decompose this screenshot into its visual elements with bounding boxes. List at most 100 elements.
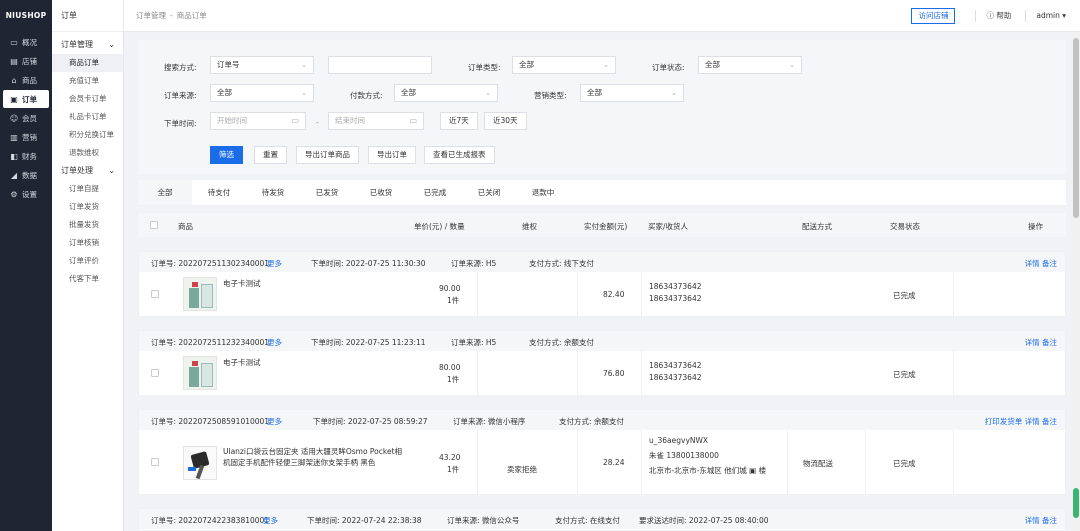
order-source: 订单来源: 微信小程序 xyxy=(453,417,526,426)
submenu-item[interactable]: 会员卡订单 xyxy=(52,90,123,108)
submenu-group-order-process[interactable]: 订单处理 ⌄ xyxy=(52,162,123,180)
end-time-input[interactable]: 结束时间 ▭ xyxy=(328,112,424,130)
export-order-goods-button[interactable]: 导出订单商品 xyxy=(296,146,359,164)
submenu-item[interactable]: 商品订单 xyxy=(52,54,123,72)
settings-icon: ⚙ xyxy=(10,189,18,199)
nav-item-finance[interactable]: ◧ 财务 xyxy=(3,147,49,165)
row-checkbox[interactable] xyxy=(151,458,159,466)
order-status-select[interactable]: 全部 ⌄ xyxy=(698,56,802,74)
caret-down-icon: ▾ xyxy=(1062,11,1066,20)
submenu-item[interactable]: 充值订单 xyxy=(52,72,123,90)
submenu-group-order-manage[interactable]: 订单管理 ⌄ xyxy=(52,36,123,54)
select-all-checkbox[interactable] xyxy=(150,221,158,229)
table-header: 商品 单价(元) / 数量 维权 实付金额(元) 买家/收货人 配送方式 交易状… xyxy=(138,213,1066,237)
submenu-item[interactable]: 礼品卡订单 xyxy=(52,108,123,126)
tab-7[interactable]: 退款中 xyxy=(516,180,570,205)
row-checkbox[interactable] xyxy=(151,369,159,377)
order-time: 下单时间: 2022-07-24 22:38:38 xyxy=(307,516,422,525)
submenu-item[interactable]: 订单评价 xyxy=(52,252,123,270)
chevron-down-icon: ⌄ xyxy=(671,89,677,97)
admin-menu[interactable]: admin ▾ xyxy=(1036,11,1066,20)
order-ops-links[interactable]: 打印发货单 详情 备注 xyxy=(985,416,1057,427)
help-icon: ⓘ xyxy=(986,11,994,20)
order-delivery-time: 要求送达时间: 2022-07-25 08:40:00 xyxy=(639,516,769,525)
scroll-indicator xyxy=(1073,488,1079,518)
order-ops-links[interactable]: 详情 备注 xyxy=(1025,515,1057,526)
order-time-label: 下单时间: xyxy=(164,119,197,128)
order-time: 下单时间: 2022-07-25 11:30:30 xyxy=(311,259,426,268)
order-type-select[interactable]: 全部 ⌄ xyxy=(512,56,616,74)
tab-1[interactable]: 待支付 xyxy=(192,180,246,205)
nav-item-marketing[interactable]: ▥ 营销 xyxy=(3,128,49,146)
goods-name[interactable]: 电子卡测试 xyxy=(223,357,261,368)
divider xyxy=(975,9,977,22)
tab-6[interactable]: 已关闭 xyxy=(462,180,516,205)
tab-5[interactable]: 已完成 xyxy=(408,180,462,205)
goods-qty: 1件 xyxy=(447,375,460,384)
last-7-days-button[interactable]: 近7天 xyxy=(440,112,478,130)
submenu-item[interactable]: 批量发货 xyxy=(52,216,123,234)
nav-item-data[interactable]: ◢ 数据 xyxy=(3,166,49,184)
order-more-link[interactable]: 更多 xyxy=(267,416,282,427)
order-ops-links[interactable]: 详情 备注 xyxy=(1025,337,1057,348)
submenu-item[interactable]: 订单核销 xyxy=(52,234,123,252)
submenu-title: 订单 xyxy=(52,0,123,32)
buyer-link[interactable]: 18634373642 xyxy=(649,361,702,370)
order-more-link[interactable]: 更多 xyxy=(267,337,282,348)
refund-status-link[interactable]: 卖家拒绝 xyxy=(507,464,537,475)
order-pay: 支付方式: 线下支付 xyxy=(529,259,594,268)
search-mode-select[interactable]: 订单号 ⌄ xyxy=(210,56,314,74)
tab-2[interactable]: 待发货 xyxy=(246,180,300,205)
nav-item-goods[interactable]: ⌂ 商品 xyxy=(3,71,49,89)
submenu-item[interactable]: 订单发货 xyxy=(52,198,123,216)
nav-item-overview[interactable]: ▭ 概况 xyxy=(3,33,49,51)
export-order-button[interactable]: 导出订单 xyxy=(368,146,416,164)
order-icon: ▣ xyxy=(10,94,18,104)
product-thumbnail[interactable] xyxy=(183,277,217,311)
nav-item-store[interactable]: ▤ 店铺 xyxy=(3,52,49,70)
nav-item-order[interactable]: ▣ 订单 xyxy=(3,90,49,108)
goods-price: 80.00 xyxy=(439,363,461,372)
submenu-item[interactable]: 退款维权 xyxy=(52,144,123,162)
goods-name[interactable]: 电子卡测试 xyxy=(223,278,261,289)
order-source-select[interactable]: 全部 ⌄ xyxy=(210,84,314,102)
breadcrumb-order-manage[interactable]: 订单管理 xyxy=(136,11,166,20)
finance-icon: ◧ xyxy=(10,151,18,161)
tab-4[interactable]: 已收货 xyxy=(354,180,408,205)
view-reports-button[interactable]: 查看已生成报表 xyxy=(424,146,495,164)
visit-store-button[interactable]: 访问店铺 xyxy=(911,7,956,24)
main-content: 搜索方式: 订单号 ⌄ 订单类型: 全部 ⌄ 订单状态: 全部 ⌄ 订单来源: 全部 ⌄… xyxy=(138,40,1066,531)
search-keyword-input[interactable] xyxy=(328,56,432,74)
divider xyxy=(953,272,954,318)
goods-name[interactable]: Ulanzi口袋云台固定夹 适用大疆灵眸Osmo Pocket相机固定手机配件轻… xyxy=(223,446,403,468)
row-checkbox[interactable] xyxy=(151,290,159,298)
product-thumbnail[interactable] xyxy=(183,356,217,390)
order-ops-links[interactable]: 详情 备注 xyxy=(1025,258,1057,269)
page-scrollbar[interactable] xyxy=(1072,32,1080,531)
filter-button[interactable]: 筛选 xyxy=(210,146,243,164)
main-sidebar: NIUSHOP ▭ 概况 ▤ 店铺 ⌂ 商品 ▣ 订单 ☺ 会员 ▥ 营销 ◧ 财务 ◢ 数据 ⚙ 设置 xyxy=(0,0,52,531)
nav-item-member[interactable]: ☺ 会员 xyxy=(3,109,49,127)
pay-method-select[interactable]: 全部 ⌄ xyxy=(394,84,498,102)
tab-0[interactable]: 全部 xyxy=(138,180,192,205)
buyer-link[interactable]: u_36aegvyNWX xyxy=(649,436,708,445)
scrollbar-thumb[interactable] xyxy=(1073,38,1079,218)
submenu-item[interactable]: 积分兑换订单 xyxy=(52,126,123,144)
product-thumbnail[interactable] xyxy=(183,446,217,480)
marketing-type-select[interactable]: 全部 ⌄ xyxy=(580,84,684,102)
help-link[interactable]: ⓘ 帮助 xyxy=(986,10,1011,21)
start-time-input[interactable]: 开始时间 ▭ xyxy=(210,112,306,130)
submenu-item[interactable]: 代客下单 xyxy=(52,270,123,288)
nav-item-settings[interactable]: ⚙ 设置 xyxy=(3,185,49,203)
order-more-link[interactable]: 更多 xyxy=(263,515,278,526)
order-pay: 支付方式: 余额支付 xyxy=(529,338,594,347)
order-source: 订单来源: H5 xyxy=(451,338,497,347)
tab-3[interactable]: 已发货 xyxy=(300,180,354,205)
submenu-item[interactable]: 订单自提 xyxy=(52,180,123,198)
order-more-link[interactable]: 更多 xyxy=(267,258,282,269)
overview-icon: ▭ xyxy=(10,37,18,47)
reset-button[interactable]: 重置 xyxy=(254,146,287,164)
buyer-link[interactable]: 18634373642 xyxy=(649,282,702,291)
divider xyxy=(577,272,578,318)
last-30-days-button[interactable]: 近30天 xyxy=(484,112,527,130)
